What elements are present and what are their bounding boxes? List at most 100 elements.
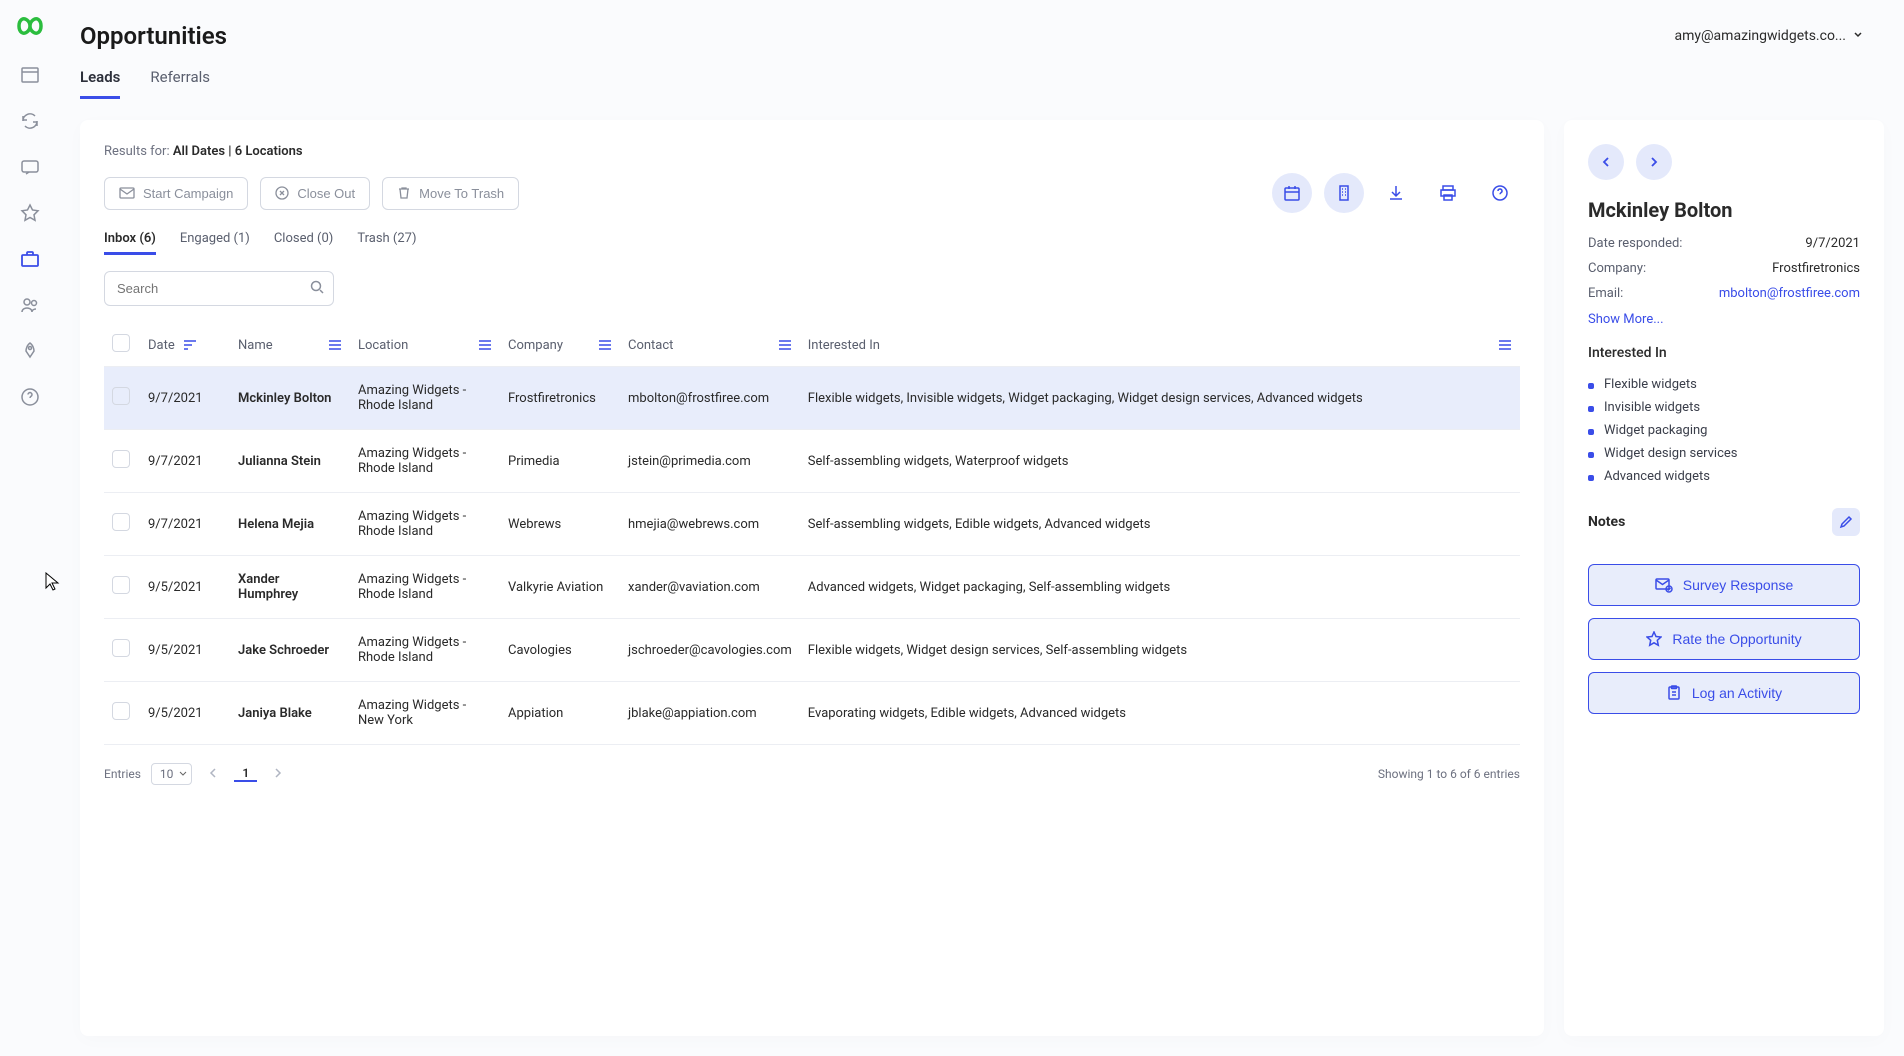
detail-next-button[interactable] — [1636, 144, 1672, 180]
tab-leads[interactable]: Leads — [80, 68, 120, 99]
show-more-link[interactable]: Show More... — [1588, 312, 1664, 327]
briefcase-icon[interactable] — [19, 248, 41, 270]
survey-response-button[interactable]: Survey Response — [1588, 564, 1860, 606]
messages-icon[interactable] — [19, 156, 41, 178]
row-checkbox[interactable] — [112, 576, 130, 594]
entries-label: Entries — [104, 767, 141, 781]
page-title: Opportunities — [80, 22, 227, 50]
col-company[interactable]: Company — [508, 338, 563, 353]
row-checkbox[interactable] — [112, 639, 130, 657]
select-all-checkbox[interactable] — [112, 334, 130, 352]
calendar-button[interactable] — [1272, 173, 1312, 213]
download-button[interactable] — [1376, 173, 1416, 213]
cell-date: 9/7/2021 — [140, 430, 230, 493]
cell-location: Amazing Widgets - Rhode Island — [350, 367, 500, 430]
filter-tab-closed[interactable]: Closed (0) — [274, 231, 333, 255]
interest-item: Flexible widgets — [1588, 373, 1860, 396]
cell-interested: Advanced widgets, Widget packaging, Self… — [800, 556, 1520, 619]
nav-sidebar — [0, 0, 60, 1056]
question-icon — [1491, 184, 1509, 202]
detail-prev-button[interactable] — [1588, 144, 1624, 180]
dashboard-icon[interactable] — [19, 64, 41, 86]
showing-text: Showing 1 to 6 of 6 entries — [1378, 767, 1520, 781]
table-row[interactable]: 9/7/2021 Helena Mejia Amazing Widgets - … — [104, 493, 1520, 556]
table-row[interactable]: 9/7/2021 Julianna Stein Amazing Widgets … — [104, 430, 1520, 493]
printer-icon — [1439, 184, 1457, 202]
row-checkbox[interactable] — [112, 450, 130, 468]
table-row[interactable]: 9/5/2021 Xander Humphrey Amazing Widgets… — [104, 556, 1520, 619]
col-name[interactable]: Name — [238, 338, 273, 353]
edit-icon — [1839, 515, 1853, 529]
log-activity-button[interactable]: Log an Activity — [1588, 672, 1860, 714]
cell-contact: hmejia@webrews.com — [620, 493, 800, 556]
table-row[interactable]: 9/5/2021 Jake Schroeder Amazing Widgets … — [104, 619, 1520, 682]
interested-label: Interested In — [1588, 345, 1860, 361]
user-email: amy@amazingwidgets.co... — [1674, 28, 1846, 44]
cell-location: Amazing Widgets - Rhode Island — [350, 493, 500, 556]
refresh-icon[interactable] — [19, 110, 41, 132]
menu-icon — [778, 339, 792, 351]
rate-opportunity-button[interactable]: Rate the Opportunity — [1588, 618, 1860, 660]
cell-interested: Flexible widgets, Widget design services… — [800, 619, 1520, 682]
menu-icon — [478, 339, 492, 351]
star-icon — [1646, 631, 1662, 647]
help-button[interactable] — [1480, 173, 1520, 213]
detail-email-label: Email: — [1588, 286, 1623, 301]
cell-location: Amazing Widgets - Rhode Island — [350, 619, 500, 682]
col-location[interactable]: Location — [358, 338, 408, 353]
cell-name: Janiya Blake — [230, 682, 350, 745]
cell-location: Amazing Widgets - New York — [350, 682, 500, 745]
col-interested[interactable]: Interested In — [808, 338, 880, 353]
start-campaign-button[interactable]: Start Campaign — [104, 177, 248, 210]
pager-next[interactable] — [267, 767, 289, 782]
move-to-trash-button[interactable]: Move To Trash — [382, 177, 519, 210]
table-panel: Results for: All Dates | 6 Locations Sta… — [80, 120, 1544, 1036]
cell-company: Appiation — [500, 682, 620, 745]
interest-item: Widget packaging — [1588, 419, 1860, 442]
row-checkbox[interactable] — [112, 513, 130, 531]
cell-company: Valkyrie Aviation — [500, 556, 620, 619]
cell-contact: jblake@appiation.com — [620, 682, 800, 745]
cell-contact: jstein@primedia.com — [620, 430, 800, 493]
header: Opportunities amy@amazingwidgets.co... — [60, 0, 1904, 50]
cell-location: Amazing Widgets - Rhode Island — [350, 430, 500, 493]
edit-notes-button[interactable] — [1832, 508, 1860, 536]
cell-name: Julianna Stein — [230, 430, 350, 493]
filter-tab-engaged[interactable]: Engaged (1) — [180, 231, 250, 255]
clipboard-icon — [1666, 685, 1682, 701]
tab-referrals[interactable]: Referrals — [150, 68, 210, 99]
pager-prev[interactable] — [202, 767, 224, 782]
page-number[interactable]: 1 — [234, 766, 257, 782]
col-date[interactable]: Date — [148, 338, 175, 353]
cell-contact: mbolton@frostfiree.com — [620, 367, 800, 430]
cell-date: 9/5/2021 — [140, 619, 230, 682]
table-row[interactable]: 9/5/2021 Janiya Blake Amazing Widgets - … — [104, 682, 1520, 745]
interest-item: Invisible widgets — [1588, 396, 1860, 419]
detail-company-label: Company: — [1588, 261, 1646, 276]
print-button[interactable] — [1428, 173, 1468, 213]
detail-company-value: Frostfiretronics — [1772, 261, 1860, 276]
detail-email-value[interactable]: mbolton@frostfiree.com — [1719, 286, 1860, 301]
menu-icon — [328, 339, 342, 351]
people-icon[interactable] — [19, 294, 41, 316]
cell-name: Helena Mejia — [230, 493, 350, 556]
help-icon[interactable] — [19, 386, 41, 408]
cell-interested: Self-assembling widgets, Edible widgets,… — [800, 493, 1520, 556]
close-out-button[interactable]: Close Out — [260, 177, 370, 210]
rocket-icon[interactable] — [19, 340, 41, 362]
col-contact[interactable]: Contact — [628, 338, 673, 353]
search-input[interactable] — [104, 271, 334, 306]
cell-location: Amazing Widgets - Rhode Island — [350, 556, 500, 619]
filter-tab-inbox[interactable]: Inbox (6) — [104, 231, 156, 255]
user-menu[interactable]: amy@amazingwidgets.co... — [1674, 28, 1864, 44]
cell-contact: xander@vaviation.com — [620, 556, 800, 619]
row-checkbox[interactable] — [112, 387, 130, 405]
row-checkbox[interactable] — [112, 702, 130, 720]
filter-tab-trash[interactable]: Trash (27) — [357, 231, 416, 255]
entries-select[interactable]: 10 — [151, 763, 193, 785]
menu-icon — [1498, 339, 1512, 351]
table-row[interactable]: 9/7/2021 Mckinley Bolton Amazing Widgets… — [104, 367, 1520, 430]
favorites-icon[interactable] — [19, 202, 41, 224]
cell-contact: jschroeder@cavologies.com — [620, 619, 800, 682]
location-button[interactable] — [1324, 173, 1364, 213]
